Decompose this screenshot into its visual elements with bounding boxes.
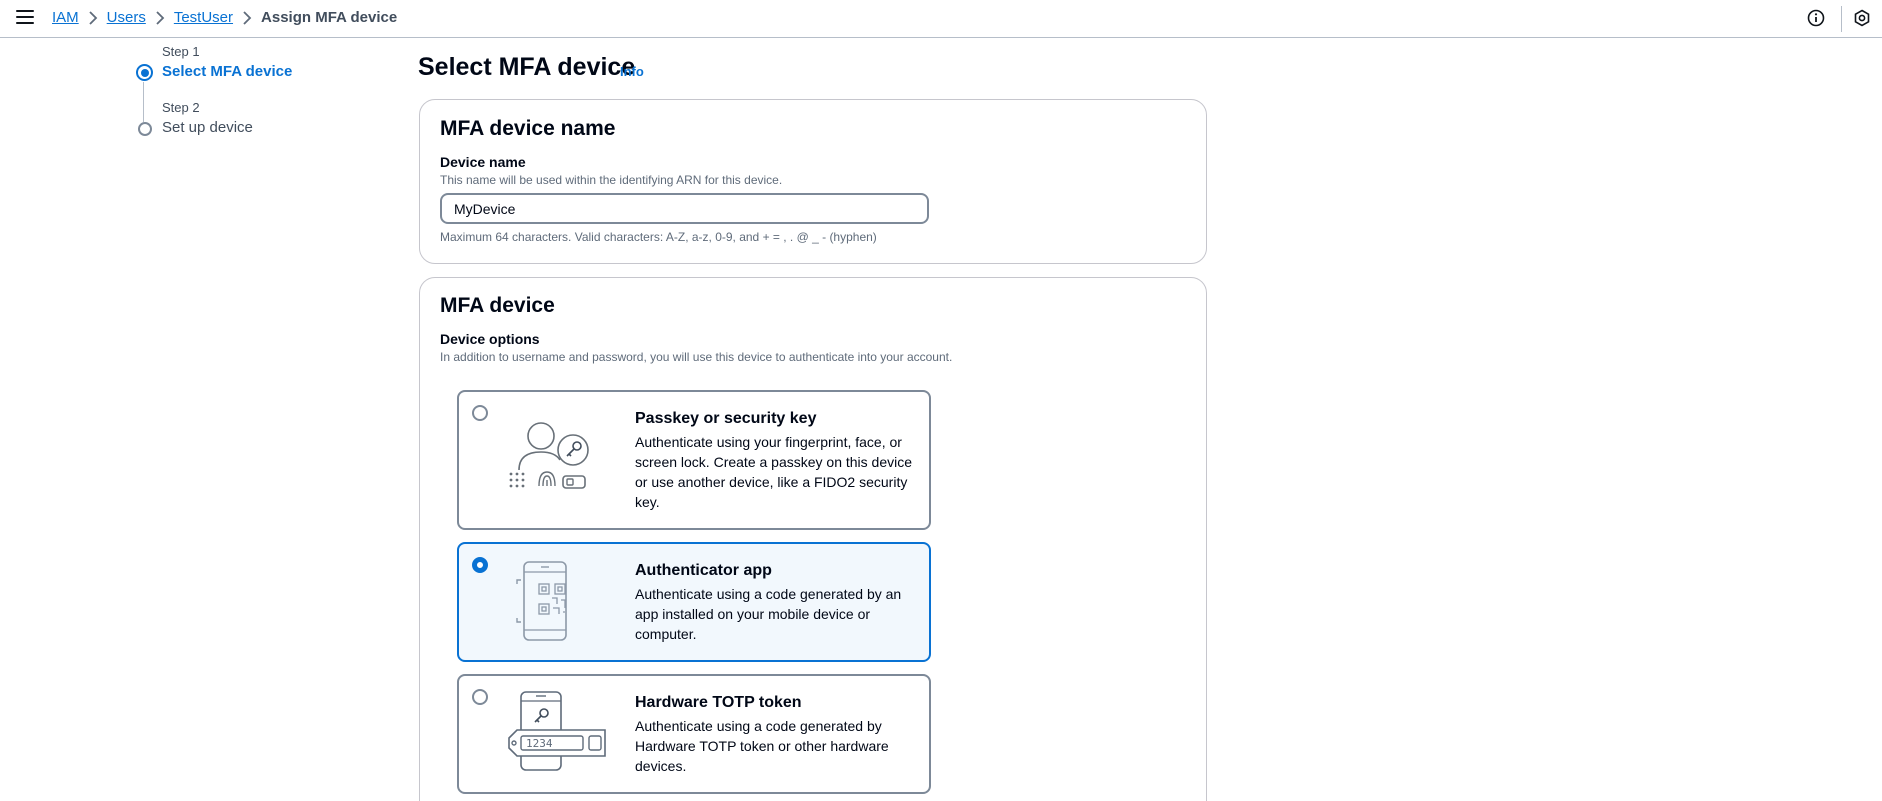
authenticator-app-radio[interactable]	[472, 557, 488, 573]
authenticator-app-description: Authenticate using a code generated by a…	[635, 586, 902, 642]
passkey-title: Passkey or security key	[635, 410, 817, 427]
device-name-constraint: Maximum 64 characters. Valid characters:…	[440, 230, 877, 244]
breadcrumb-iam[interactable]: IAM	[52, 9, 79, 26]
device-name-panel: MFA device name Device name This name wi…	[419, 99, 1207, 264]
device-options-description: In addition to username and password, yo…	[440, 350, 953, 364]
panel-title: MFA device name	[440, 117, 616, 140]
toolbar-divider	[1841, 6, 1842, 32]
info-circle-icon[interactable]	[1807, 9, 1825, 27]
settings-hexagon-icon[interactable]	[1853, 9, 1871, 27]
breadcrumb-testuser[interactable]: TestUser	[174, 9, 233, 26]
passkey-radio[interactable]	[472, 405, 488, 421]
mfa-device-panel: MFA device Device options In addition to…	[419, 277, 1207, 801]
token-display-digits: 1234	[526, 737, 553, 750]
hardware-token-illustration-icon: 1234	[497, 690, 609, 779]
menu-icon[interactable]	[16, 10, 34, 26]
hardware-totp-title: Hardware TOTP token	[635, 694, 802, 711]
step-connector	[143, 82, 144, 122]
hardware-totp-description: Authenticate using a code generated by H…	[635, 718, 889, 774]
option-hardware-totp[interactable]: 1234 Hardware TOTP token Authenticate us…	[457, 674, 931, 794]
passkey-description: Authenticate using your fingerprint, fac…	[635, 434, 913, 510]
passkey-illustration-icon	[497, 418, 607, 507]
step-2-label: Step 2	[162, 100, 200, 115]
authenticator-app-illustration-icon	[497, 560, 607, 649]
device-name-label: Device name	[440, 154, 526, 170]
device-name-description: This name will be used within the identi…	[440, 173, 783, 187]
step-2-title: Set up device	[162, 119, 253, 136]
breadcrumb: IAM Users TestUser Assign MFA device	[52, 9, 397, 26]
breadcrumb-users[interactable]: Users	[107, 9, 146, 26]
breadcrumb-current: Assign MFA device	[261, 9, 398, 26]
chevron-right-icon	[233, 10, 261, 25]
option-authenticator-app[interactable]: Authenticator app Authenticate using a c…	[457, 542, 931, 662]
step-1-title[interactable]: Select MFA device	[162, 63, 292, 80]
device-options-label: Device options	[440, 331, 540, 347]
authenticator-app-title: Authenticator app	[635, 562, 772, 579]
info-link[interactable]: Info	[620, 64, 644, 79]
top-navigation-bar: IAM Users TestUser Assign MFA device	[0, 0, 1882, 38]
chevron-right-icon	[79, 10, 107, 25]
device-name-input[interactable]	[440, 193, 929, 224]
option-passkey[interactable]: Passkey or security key Authenticate usi…	[457, 390, 931, 530]
page-title: Select MFA device	[418, 53, 636, 81]
panel-title: MFA device	[440, 294, 555, 317]
step-2-indicator	[138, 122, 152, 136]
step-1-indicator	[136, 64, 153, 81]
hardware-totp-radio[interactable]	[472, 689, 488, 705]
chevron-right-icon	[146, 10, 174, 25]
step-1-label: Step 1	[162, 44, 200, 59]
